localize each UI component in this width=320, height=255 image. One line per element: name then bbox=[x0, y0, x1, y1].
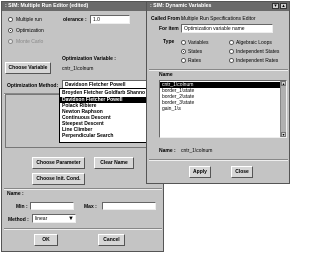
footer-name-label: Name : bbox=[159, 148, 176, 154]
type-label: Type bbox=[163, 39, 175, 45]
editor-titlebar[interactable]: : SIM: Multiple Run Editor (edited) bbox=[2, 2, 163, 11]
editor-title: : SIM: Multiple Run Editor (edited) bbox=[5, 3, 89, 9]
name-label: Name : bbox=[7, 191, 24, 197]
radio-independent-states[interactable] bbox=[229, 49, 234, 54]
max-label: Max : bbox=[84, 204, 97, 210]
optimization-method-dropdown[interactable]: Broyden Fletcher Goldfarb Shanno Davidso… bbox=[59, 88, 159, 143]
method-option[interactable]: Broyden Fletcher Goldfarb Shanno bbox=[62, 91, 145, 96]
method-value: linear bbox=[35, 215, 48, 222]
method-label: Method : bbox=[8, 217, 29, 223]
scroll-down-icon[interactable]: ▾ bbox=[281, 132, 286, 137]
dynamic-titlebar[interactable]: : SIM: Dynamic Variables bbox=[147, 2, 289, 11]
tolerance-input[interactable]: 1.0 bbox=[90, 15, 130, 24]
clear-name-button[interactable]: Clear Name bbox=[94, 157, 134, 169]
called-from-value: Multiple Run Specifications Editor bbox=[181, 16, 256, 22]
radio-independent-rates[interactable] bbox=[229, 58, 234, 63]
radio-optimization-label: Optimization bbox=[16, 28, 44, 34]
radio-variables[interactable] bbox=[181, 40, 186, 45]
optimization-variable-value: cntr_1\colnum bbox=[62, 66, 94, 72]
for-item-field: Optimization variable name bbox=[181, 24, 273, 33]
optimization-method-label: Optimization Method: bbox=[7, 83, 59, 89]
list-scrollbar[interactable]: ▴ ▾ bbox=[280, 81, 286, 137]
tolerance-label: olerance : bbox=[63, 17, 87, 23]
radio-states-label: States bbox=[188, 49, 203, 55]
minimize-icon[interactable]: ▾ bbox=[272, 3, 279, 9]
radio-rates-label: Rates bbox=[188, 58, 202, 64]
radio-monte-carlo-label: Monte Carlo bbox=[16, 39, 44, 45]
maximize-icon[interactable]: ▴ bbox=[280, 3, 287, 9]
min-input[interactable] bbox=[30, 202, 74, 210]
dynamic-title: : SIM: Dynamic Variables bbox=[150, 3, 212, 9]
choose-variable-button[interactable]: Choose Variable bbox=[5, 62, 51, 74]
min-label: Min : bbox=[16, 204, 28, 210]
ok-button[interactable]: OK bbox=[34, 234, 58, 246]
radio-multiple-run-label: Multiple run bbox=[16, 17, 42, 23]
chevron-down-icon[interactable]: ▼ bbox=[68, 216, 74, 222]
radio-algebraic-loops-label: Algebraic Loops bbox=[236, 40, 272, 46]
list-item[interactable]: gain_1\s bbox=[160, 106, 286, 112]
radio-independent-rates-label: Independent Rates bbox=[236, 58, 279, 64]
radio-rates[interactable] bbox=[181, 58, 186, 63]
optimization-method-value: Davidson Fletcher Powell bbox=[65, 81, 126, 88]
scroll-up-icon[interactable]: ▴ bbox=[281, 81, 286, 86]
choose-parameter-button[interactable]: Choose Parameter bbox=[32, 157, 85, 169]
footer-name-value: cntr_1\colnum bbox=[181, 148, 213, 154]
radio-optimization[interactable] bbox=[8, 28, 13, 33]
method-option[interactable]: Perpendicular Search bbox=[62, 134, 113, 139]
dynamic-variables-window: : SIM: Dynamic Variables ▾ ▴ Called From… bbox=[146, 1, 290, 184]
radio-monte-carlo[interactable] bbox=[8, 39, 13, 44]
apply-button[interactable]: Apply bbox=[189, 166, 211, 178]
choose-init-cond-button[interactable]: Choose Init. Cond. bbox=[32, 173, 85, 185]
divider bbox=[149, 69, 288, 71]
divider bbox=[4, 228, 162, 230]
radio-independent-states-label: Independent States bbox=[236, 49, 280, 55]
name-list-header: Name bbox=[159, 72, 173, 78]
for-item-label: For item bbox=[159, 26, 179, 32]
close-button[interactable]: Close bbox=[231, 166, 253, 178]
radio-states[interactable] bbox=[181, 49, 186, 54]
divider bbox=[149, 159, 288, 161]
variable-name-list[interactable]: cntr_1\colnum border_1\state border_2\st… bbox=[159, 80, 287, 138]
cancel-button[interactable]: Cancel bbox=[98, 234, 125, 246]
radio-variables-label: Variables bbox=[188, 40, 209, 46]
divider bbox=[4, 188, 162, 190]
radio-algebraic-loops[interactable] bbox=[229, 40, 234, 45]
max-input[interactable] bbox=[102, 202, 156, 210]
optimization-variable-label: Optimization Variable : bbox=[62, 56, 116, 62]
called-from-label: Called From : bbox=[151, 16, 183, 22]
radio-multiple-run[interactable] bbox=[8, 17, 13, 22]
